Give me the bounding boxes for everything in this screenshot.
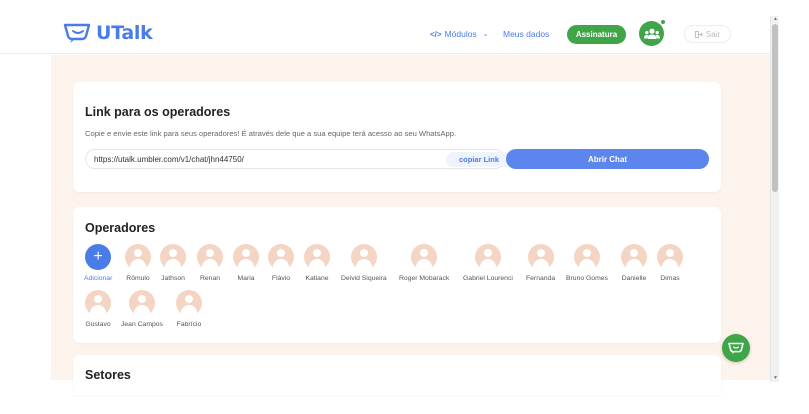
copy-link-button[interactable]: copiar Link [446,152,512,167]
operator-item[interactable]: Deivid Siqueira [341,244,387,282]
operator-item[interactable]: Dimas [657,244,683,282]
open-chat-button[interactable]: Abrir Chat [506,149,709,169]
operator-item[interactable]: Katiane [304,244,330,282]
link-card-title: Link para os operadores [85,105,231,119]
operator-item[interactable]: Gabriel Lourenci [463,244,513,282]
floating-chat-button[interactable] [722,334,750,362]
brand-name: UTalk [96,22,153,44]
operator-name: Fabrício [176,321,202,328]
sectors-card-title: Setores [85,368,131,382]
utalk-logo-icon [63,23,91,43]
avatar-placeholder-icon [350,244,377,270]
operator-name: Renan [199,275,221,282]
operator-item[interactable]: Danielle [621,244,647,282]
sair-button[interactable]: Sair [684,25,731,43]
nav-meus-dados[interactable]: Meus dados [503,29,549,39]
page-scrollbar[interactable]: ▲ ▼ [770,16,779,382]
users-group-icon [643,28,660,39]
logout-icon [694,30,703,38]
avatar-placeholder-icon [657,244,683,270]
avatar-placeholder-icon [125,244,151,270]
operator-item[interactable]: Gustavo [85,290,111,328]
code-icon: </> [430,29,442,39]
operator-name: Jathson [161,275,185,282]
avatar-placeholder-icon [268,244,294,270]
nav-modulos-label: Módulos [444,29,477,39]
operator-link-field[interactable]: https://utalk.umbler.com/v1/chat/jhn4475… [85,149,512,169]
operator-name: Dimas [660,275,680,282]
avatar-placeholder-icon [85,290,111,316]
operator-name: Maria [237,275,255,282]
avatar-placeholder-icon [160,244,186,270]
operator-item[interactable]: Fernanda [526,244,555,282]
operator-name: Deivid Siqueira [341,275,387,282]
operators-card: Operadores + Adicionar Rômulo Jathson Re… [73,207,721,343]
link-card-description: Copie e envie este link para seus operad… [85,129,457,138]
avatar-placeholder-icon [573,244,600,270]
operator-name: Bruno Gomes [566,275,608,282]
avatar-placeholder-icon [527,244,554,270]
avatar-placeholder-icon [197,244,223,270]
nav-modulos[interactable]: </> Módulos ⌄ [430,29,489,39]
operator-name: Gustavo [85,321,111,328]
avatar-placeholder-icon [621,244,647,270]
operator-item[interactable]: Roger Mobarack [399,244,449,282]
scroll-thumb[interactable] [772,24,778,192]
assinatura-button[interactable]: Assinatura [567,25,626,44]
operator-item[interactable]: Jean Campos [121,290,163,328]
operator-link-url[interactable]: https://utalk.umbler.com/v1/chat/jhn4475… [94,155,244,164]
scroll-up-arrow-icon[interactable]: ▲ [772,16,779,23]
chevron-down-icon: ⌄ [482,31,489,38]
avatar-placeholder-icon [304,244,330,270]
operator-item[interactable]: Maria [233,244,259,282]
brand-logo[interactable]: UTalk [63,22,153,44]
operator-name: Fernanda [526,275,556,282]
page: UTalk </> Módulos ⌄ Meus dados Assinatur… [0,0,809,414]
operator-item[interactable]: Fabrício [176,290,202,328]
operator-name: Jean Campos [121,321,163,328]
avatar-placeholder-icon [474,244,501,270]
sair-label: Sair [705,29,721,39]
online-status-dot [660,19,666,25]
operator-name: Danielle [621,275,647,282]
avatar-placeholder-icon [411,244,438,270]
operator-item[interactable]: Renan [197,244,223,282]
add-circle: + [85,244,112,270]
operator-name: Gabriel Lourenci [463,275,513,282]
chat-icon [728,342,744,354]
add-operator-label: Adicionar [84,275,113,282]
plus-icon: + [93,248,103,265]
operator-item[interactable]: Bruno Gomes [566,244,608,282]
sectors-card: Setores [73,355,721,395]
team-avatar-button[interactable] [639,21,664,46]
operator-item[interactable]: Jathson [160,244,186,282]
operator-item[interactable]: Flávio [268,244,294,282]
scroll-down-arrow-icon[interactable]: ▼ [772,375,779,382]
avatar-placeholder-icon [176,290,202,316]
operators-card-title: Operadores [85,221,156,235]
avatar-placeholder-icon [233,244,259,270]
operator-name: Rômulo [126,275,150,282]
link-card: Link para os operadores Copie e envie es… [73,82,721,192]
top-navbar: UTalk </> Módulos ⌄ Meus dados Assinatur… [0,16,770,54]
operator-item[interactable]: Rômulo [125,244,151,282]
operator-name: Flávio [271,275,291,282]
add-operator-button[interactable]: + Adicionar [84,244,112,282]
avatar-placeholder-icon [128,290,155,316]
operator-name: Katiane [305,275,329,282]
operator-name: Roger Mobarack [399,275,450,282]
